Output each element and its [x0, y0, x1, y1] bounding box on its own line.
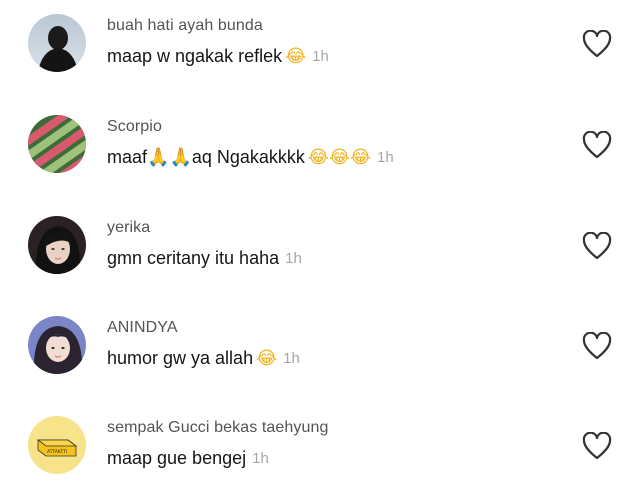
comment-item[interactable]: buah hati ayah bunda maap w ngakak refle…	[0, 0, 640, 100]
username[interactable]: Scorpio	[107, 118, 162, 136]
comment-item[interactable]: yerika gmn ceritany itu haha 1h	[0, 202, 640, 302]
comment-body: maap w ngakak reflek	[107, 46, 283, 66]
avatar[interactable]: ATTAKTTI	[28, 416, 86, 474]
username[interactable]: buah hati ayah bunda	[107, 17, 263, 35]
heart-outline-icon[interactable]	[582, 332, 612, 360]
comment-item[interactable]: ATTAKTTI sempak Gucci bekas taehyung maa…	[0, 402, 640, 502]
heart-outline-icon[interactable]	[582, 131, 612, 159]
comment-text: maap w ngakak reflek 😂 1h	[107, 46, 329, 67]
avatar[interactable]	[28, 316, 86, 374]
laughing-emoji: 😂😂😂	[307, 146, 372, 168]
comment-body: aq Ngakakkkk	[191, 147, 305, 167]
comment-body: humor gw ya allah	[107, 348, 254, 368]
comment-text: maap gue bengej 1h	[107, 448, 269, 469]
comment-body: gmn ceritany itu haha	[107, 248, 280, 268]
avatar[interactable]	[28, 14, 86, 72]
comment-body: maaf	[107, 147, 148, 167]
laughing-emoji: 😂	[285, 45, 307, 67]
avatar[interactable]	[28, 115, 86, 173]
folded-hands-emoji: 🙏🙏	[147, 146, 192, 168]
comment-body: maap gue bengej	[107, 448, 247, 468]
comment-text: humor gw ya allah 😂 1h	[107, 348, 300, 369]
timestamp: 1h	[252, 450, 269, 467]
heart-outline-icon[interactable]	[582, 30, 612, 58]
timestamp: 1h	[312, 48, 329, 65]
username[interactable]: ANINDYA	[107, 319, 178, 337]
username[interactable]: yerika	[107, 219, 150, 237]
comment-item[interactable]: Scorpio maaf 🙏🙏 aq Ngakakkkk 😂😂😂 1h	[0, 101, 640, 201]
username[interactable]: sempak Gucci bekas taehyung	[107, 419, 329, 437]
comment-text: maaf 🙏🙏 aq Ngakakkkk 😂😂😂 1h	[107, 147, 394, 168]
comment-item[interactable]: ANINDYA humor gw ya allah 😂 1h	[0, 302, 640, 402]
avatar-label: ATTAKTTI	[47, 449, 67, 455]
avatar[interactable]	[28, 216, 86, 274]
timestamp: 1h	[283, 350, 300, 367]
heart-outline-icon[interactable]	[582, 232, 612, 260]
timestamp: 1h	[377, 149, 394, 166]
timestamp: 1h	[285, 250, 302, 267]
comment-text: gmn ceritany itu haha 1h	[107, 248, 302, 269]
laughing-emoji: 😂	[256, 347, 278, 369]
heart-outline-icon[interactable]	[582, 432, 612, 460]
